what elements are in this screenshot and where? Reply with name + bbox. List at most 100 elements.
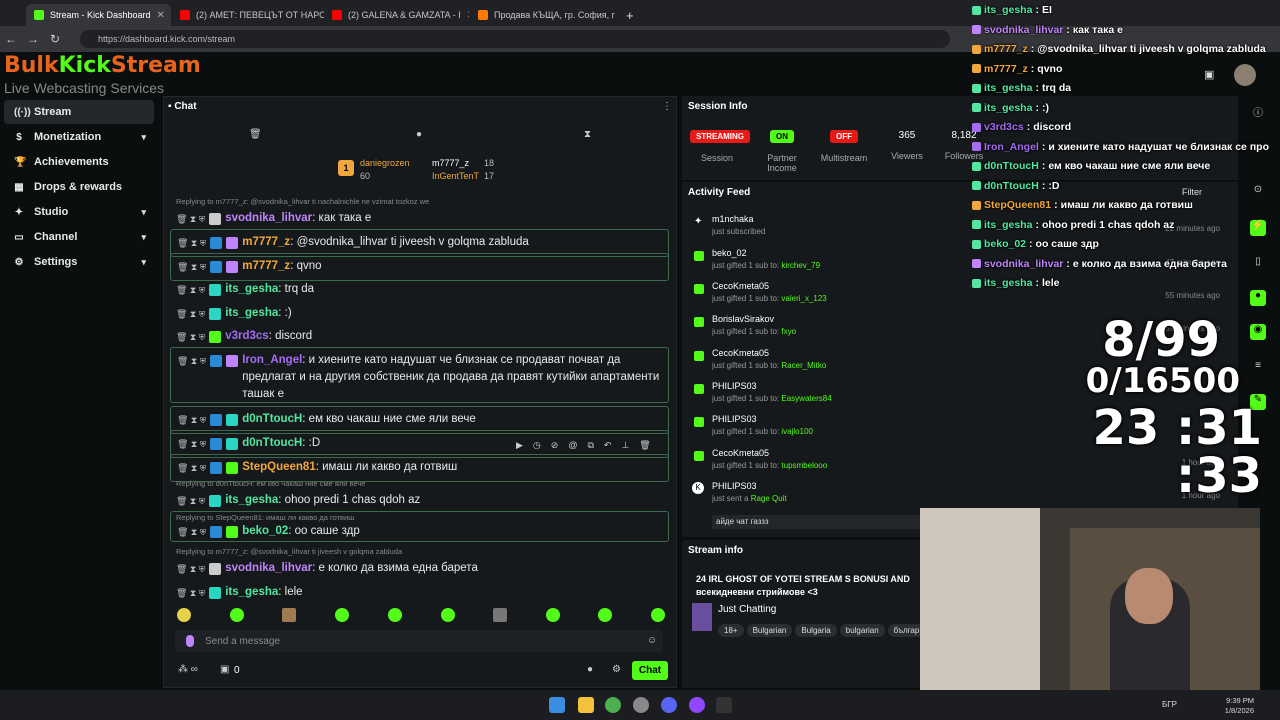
tag[interactable]: Bulgarian <box>746 624 793 637</box>
emote-icon[interactable] <box>335 608 349 622</box>
emote-icon[interactable] <box>388 608 402 622</box>
copy-icon[interactable]: ⧉ <box>587 440 593 451</box>
clock-date[interactable]: 1/8/2026 <box>1218 706 1254 715</box>
activity-user[interactable]: CecoKmeta05 <box>712 281 769 291</box>
activity-target[interactable]: tupsmbelooo <box>781 461 827 470</box>
info-icon[interactable]: ⓘ <box>1250 104 1266 120</box>
chat-bubble-icon[interactable]: ● <box>587 664 593 675</box>
emote-icon[interactable] <box>441 608 455 622</box>
chrome-icon[interactable] <box>605 697 621 713</box>
activity-target[interactable]: valeri_x_123 <box>781 294 826 303</box>
chat-username[interactable]: svodnika_lihvar <box>225 562 312 574</box>
reload-icon[interactable]: ↻ <box>44 32 66 46</box>
chat-message[interactable]: 🗑 ⧗ ⛨ its_gesha: trq da <box>170 277 669 303</box>
list-icon[interactable]: ≡ <box>1250 360 1266 376</box>
mod-tools[interactable]: 🗑 ⧗ ⛨ <box>177 435 206 453</box>
at-icon[interactable]: @ <box>568 440 577 451</box>
chat-message[interactable]: 🗑 ⧗ ⛨ svodnika_lihvar: е колко да взима е… <box>170 556 669 582</box>
activity-user[interactable]: PHILIPS03 <box>712 414 757 424</box>
discord-icon[interactable] <box>661 697 677 713</box>
chat-username[interactable]: v3rd3cs <box>225 330 268 342</box>
activity-user[interactable]: PHILIPS03 <box>712 381 757 391</box>
activity-target[interactable]: kirchev_79 <box>781 261 820 270</box>
hourglass-icon[interactable]: ⧗ <box>584 129 591 140</box>
tag[interactable]: българ <box>887 624 922 637</box>
activity-target[interactable]: fxyo <box>781 327 796 336</box>
mod-tools[interactable]: 🗑 ⧗ ⛨ <box>176 492 205 510</box>
pin-icon[interactable]: ⊥ <box>621 440 629 451</box>
tag[interactable]: 18+ <box>718 624 744 637</box>
sidebar-item-achievements[interactable]: 🏆 Achievements <box>4 150 154 174</box>
play-icon[interactable]: ▶ <box>516 440 523 451</box>
chat-username[interactable]: d0nTtoucH <box>242 437 302 449</box>
slash-icon[interactable]: ⊘ <box>551 440 559 451</box>
broadcast-icon[interactable]: ◉ <box>1250 324 1266 340</box>
tag[interactable]: bulgarian <box>839 624 885 637</box>
close-icon[interactable]: ✕ <box>157 10 165 21</box>
trash-icon[interactable]: 🗑 <box>639 440 650 451</box>
leader-2-name[interactable]: m7777_z <box>432 158 469 168</box>
chat-username[interactable]: its_gesha <box>225 307 278 319</box>
chat-message[interactable]: 🗑 ⧗ ⛨ StepQueen81: имаш ли какво да готви… <box>170 454 669 482</box>
filter-button[interactable]: Filter <box>1182 187 1202 197</box>
gear-icon[interactable]: ⚙ <box>612 664 621 675</box>
more-icon[interactable]: ⋮ <box>662 101 672 112</box>
undo-icon[interactable]: ↶ <box>604 440 612 451</box>
browser-tab-imot[interactable]: Продава КЪЩА, гр. София, гр. ✕ <box>470 4 615 26</box>
emote-icon[interactable] <box>546 608 560 622</box>
emoji-icon[interactable]: ☺ <box>647 635 657 646</box>
chat-username[interactable]: Iron_Angel <box>242 354 302 366</box>
activity-user[interactable]: beko_02 <box>712 248 747 258</box>
browser-tab-kick[interactable]: Stream - Kick Dashboard ✕ <box>26 4 171 26</box>
stream-category[interactable]: Just Chatting <box>718 604 776 615</box>
chat-username[interactable]: its_gesha <box>225 283 278 295</box>
chat-username[interactable]: beko_02 <box>242 525 288 537</box>
mod-tools[interactable]: 🗑 ⧗ ⛨ <box>177 523 206 541</box>
emote-icon[interactable] <box>230 608 244 622</box>
stream-title[interactable]: 24 IRL GHOST OF YOTEI STREAM S BONUSI AN… <box>696 573 922 599</box>
leader-3-name[interactable]: InGentTenT <box>432 171 479 181</box>
twitch-icon[interactable] <box>689 697 705 713</box>
chat-username[interactable]: m7777_z <box>242 260 290 272</box>
terminal-icon[interactable] <box>716 697 732 713</box>
mod-tools[interactable]: 🗑 ⧗ ⛨ <box>176 560 205 578</box>
activity-user[interactable]: PHILIPS03 <box>712 481 757 491</box>
bolt-icon[interactable]: ⚡ <box>1250 220 1266 236</box>
activity-target[interactable]: Racer_Mitko <box>781 361 826 370</box>
activity-user[interactable]: CecoKmeta05 <box>712 348 769 358</box>
chat-username[interactable]: d0nTtoucH <box>242 413 302 425</box>
browser-tab-youtube-1[interactable]: (2) АМЕТ: ПЕВЕЦЪТ ОТ НАРОД ✕ <box>172 4 324 26</box>
chat-username[interactable]: its_gesha <box>225 494 278 506</box>
sidebar-item-stream[interactable]: ((·)) Stream <box>4 100 154 124</box>
chat-username[interactable]: StepQueen81 <box>242 461 316 473</box>
chat-username[interactable]: svodnika_lihvar <box>225 212 312 224</box>
category-thumbnail[interactable] <box>692 603 712 631</box>
sidebar-item-channel[interactable]: ▭ Channel ▾ <box>4 225 154 249</box>
partner-status[interactable]: ON Partner Income <box>762 130 802 173</box>
chat-message-input[interactable]: Send a message <box>175 630 663 652</box>
mod-tools[interactable]: 🗑 ⧗ ⛨ <box>176 328 205 346</box>
close-icon[interactable]: ✕ <box>467 10 469 21</box>
send-chat-button[interactable]: Chat <box>632 661 668 680</box>
sidebar-item-monetization[interactable]: $ Monetization ▾ <box>4 125 154 149</box>
multistream-status[interactable]: OFF Multistream <box>816 130 872 163</box>
chat-bubble-icon[interactable]: ● <box>416 129 422 140</box>
infinity-icon[interactable]: ⁂ ∞ <box>178 664 198 675</box>
language-indicator[interactable]: БГР <box>1162 700 1177 709</box>
chat-icon[interactable]: ● <box>1250 290 1266 306</box>
activity-target[interactable]: Easywaters84 <box>781 394 831 403</box>
mod-tools[interactable]: 🗑 ⧗ ⛨ <box>176 305 205 323</box>
tag[interactable]: Bulgaria <box>795 624 837 637</box>
mod-tools[interactable]: 🗑 ⧗ ⛨ <box>176 281 205 299</box>
mod-tools[interactable]: 🗑 ⧗ ⛨ <box>177 258 206 276</box>
forward-icon[interactable]: → <box>22 32 44 46</box>
mod-tools[interactable]: 🗑 ⧗ ⛨ <box>176 584 205 602</box>
target-icon[interactable]: ⊙ <box>1250 184 1266 200</box>
activity-user[interactable]: CecoKmeta05 <box>712 448 769 458</box>
obs-icon[interactable] <box>633 697 649 713</box>
activity-target[interactable]: Rage Quit <box>751 494 787 503</box>
chat-message[interactable]: 🗑 ⧗ ⛨ Iron_Angel: и хиените като надушат … <box>170 347 669 403</box>
emote-icon[interactable] <box>598 608 612 622</box>
activity-user[interactable]: BorislavSirakov <box>712 314 774 324</box>
explorer-icon[interactable] <box>578 697 594 713</box>
